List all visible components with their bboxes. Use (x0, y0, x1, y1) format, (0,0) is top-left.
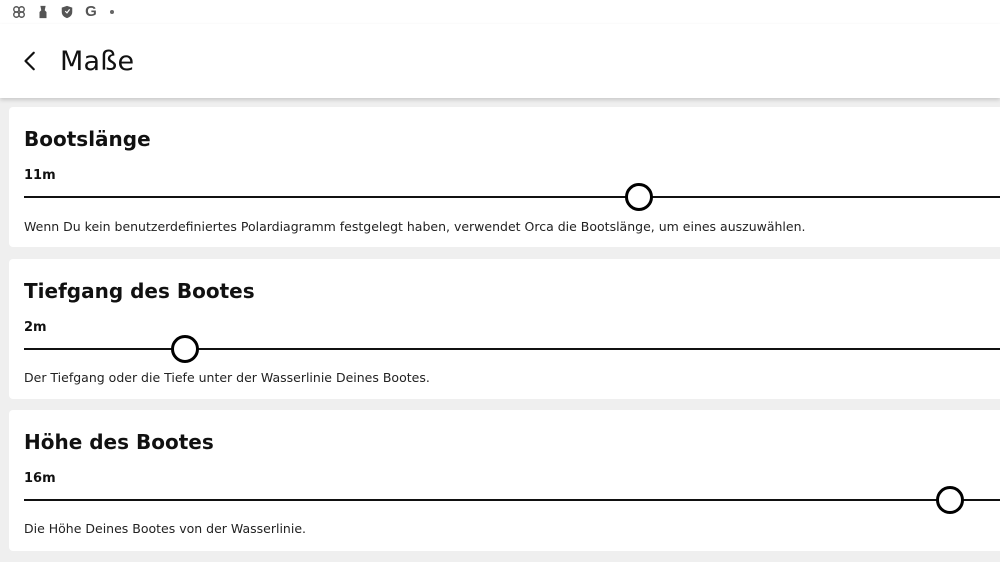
slider-thumb[interactable] (936, 486, 965, 514)
boat-draft-slider[interactable] (24, 334, 1000, 364)
page-title: Maße (60, 45, 135, 77)
boat-draft-value: 2m (24, 320, 47, 335)
boat-height-value: 16m (24, 471, 56, 486)
back-button[interactable] (2, 24, 60, 98)
dot-icon (110, 10, 114, 14)
boat-height-slider[interactable] (24, 485, 1000, 515)
boat-length-title: Bootslänge (24, 127, 151, 151)
lock-icon (36, 5, 50, 19)
app-bar: Maße (0, 24, 1000, 98)
boat-height-description: Die Höhe Deines Bootes von der Wasserlin… (24, 521, 306, 536)
boat-length-description: Wenn Du kein benutzerdefiniertes Polardi… (24, 219, 806, 234)
shield-icon (60, 5, 74, 19)
boat-length-card: Bootslänge 11m Wenn Du kein benutzerdefi… (9, 107, 1000, 247)
boat-draft-card: Tiefgang des Bootes 2m Der Tiefgang oder… (9, 259, 1000, 399)
slider-track (24, 499, 1000, 501)
google-icon: G (85, 3, 97, 20)
boat-draft-description: Der Tiefgang oder die Tiefe unter der Wa… (24, 370, 430, 385)
status-bar: G (0, 0, 1000, 24)
boat-length-slider[interactable] (24, 182, 1000, 212)
chevron-left-icon (24, 51, 35, 71)
slider-track (24, 196, 1000, 198)
slider-thumb[interactable] (171, 335, 200, 363)
boat-draft-title: Tiefgang des Bootes (24, 279, 255, 303)
pinwheel-icon (12, 5, 26, 19)
boat-height-card: Höhe des Bootes 16m Die Höhe Deines Boot… (9, 410, 1000, 551)
boat-height-title: Höhe des Bootes (24, 430, 214, 454)
slider-thumb[interactable] (624, 183, 653, 211)
boat-length-value: 11m (24, 168, 56, 183)
